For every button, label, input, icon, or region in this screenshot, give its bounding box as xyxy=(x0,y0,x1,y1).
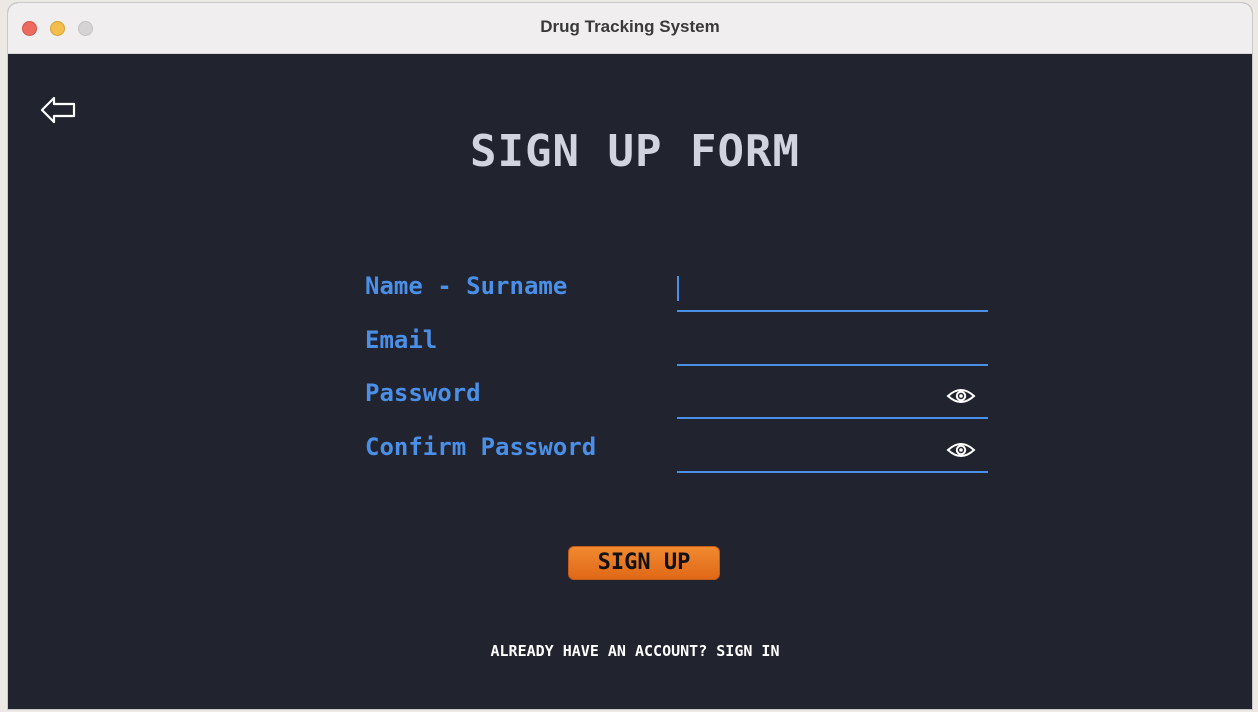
name-surname-field[interactable] xyxy=(677,272,988,312)
confirm-password-field[interactable] xyxy=(677,433,988,473)
signup-form-view: SIGN UP FORM Name - Surname Email Passwo… xyxy=(8,54,1252,709)
sign-in-link[interactable]: ALREADY HAVE AN ACCOUNT? SIGN IN xyxy=(8,642,1252,660)
app-window: Drug Tracking System SIGN UP FORM Name -… xyxy=(8,3,1252,709)
email-field[interactable] xyxy=(677,326,988,366)
email-label: Email xyxy=(365,326,438,354)
password-field[interactable] xyxy=(677,379,988,419)
back-button[interactable] xyxy=(36,90,80,130)
email-input[interactable] xyxy=(677,326,945,362)
name-surname-label: Name - Surname xyxy=(365,272,568,300)
page-title: SIGN UP FORM xyxy=(470,126,800,177)
eye-icon[interactable] xyxy=(946,386,976,406)
back-arrow-icon xyxy=(40,96,76,124)
password-input[interactable] xyxy=(677,379,945,415)
password-label: Password xyxy=(365,379,481,407)
eye-icon[interactable] xyxy=(946,440,976,460)
window-title: Drug Tracking System xyxy=(540,17,720,36)
confirm-password-input[interactable] xyxy=(677,433,945,469)
sign-up-button[interactable]: SIGN UP xyxy=(568,546,720,580)
name-surname-input[interactable] xyxy=(677,272,945,308)
confirm-password-label: Confirm Password xyxy=(365,433,597,461)
title-bar: Drug Tracking System xyxy=(8,3,1252,54)
